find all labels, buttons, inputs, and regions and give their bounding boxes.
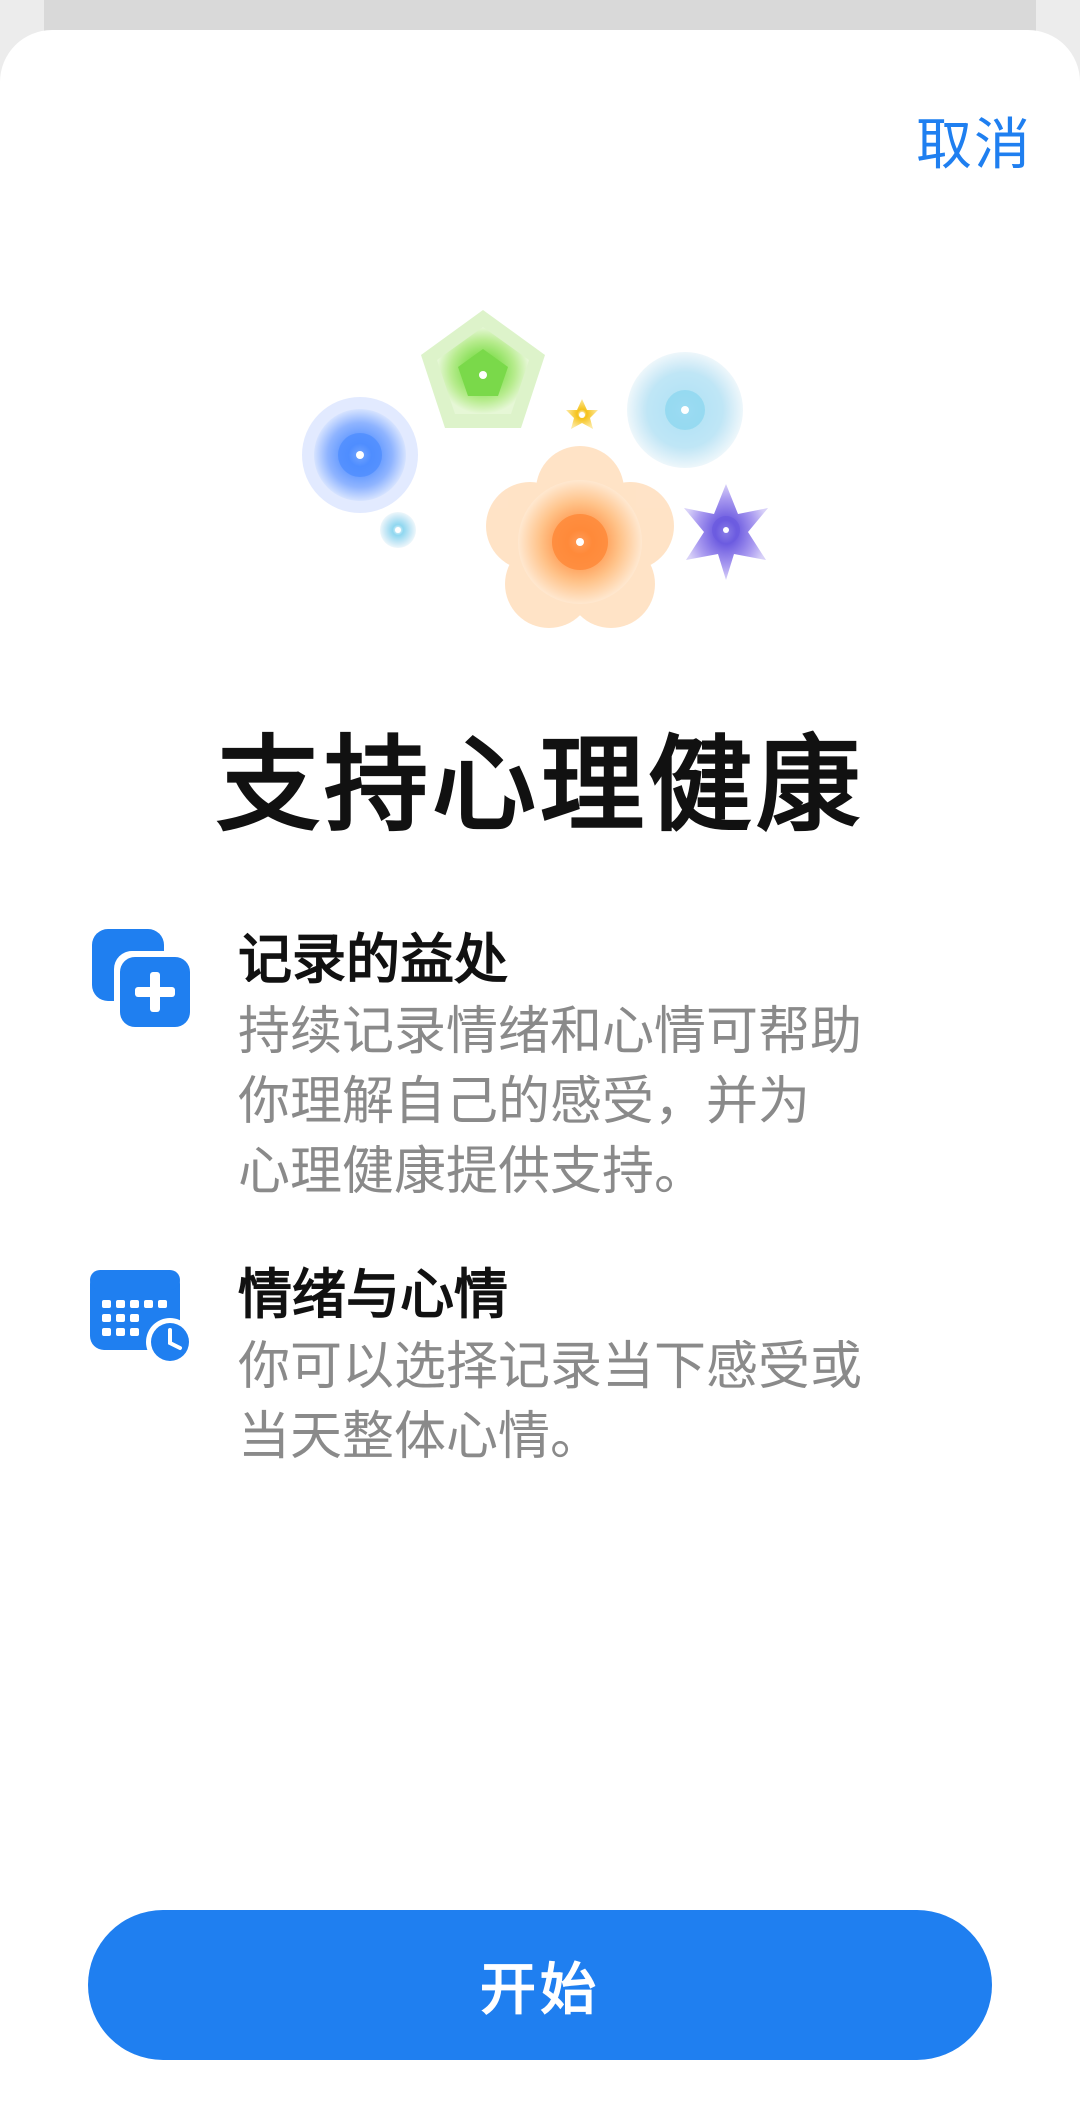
feature-description: 你可以选择记录当下感受或 当天整体心情。 (238, 1337, 863, 1467)
calendar-clock-icon (90, 1270, 194, 1366)
feature-description: 持续记录情绪和心情可帮助 你理解自己的感受，并为 心理健康提供支持。 (238, 1002, 863, 1202)
feature-title: 情绪与心情 (238, 1263, 508, 1326)
page-title: 支持心理健康 (215, 724, 864, 846)
add-entry-icon (92, 929, 194, 1031)
cancel-button[interactable]: 取消 (916, 100, 1032, 181)
feature-title: 记录的益处 (238, 928, 508, 991)
start-button[interactable]: 开始 (88, 1910, 992, 2060)
onboarding-sheet: 取消 支持心理健康 记录的益处 持续记录情绪和心情可帮助 你理解自己的感受，并为… (0, 30, 1080, 2123)
flowers-illustration (302, 310, 768, 628)
